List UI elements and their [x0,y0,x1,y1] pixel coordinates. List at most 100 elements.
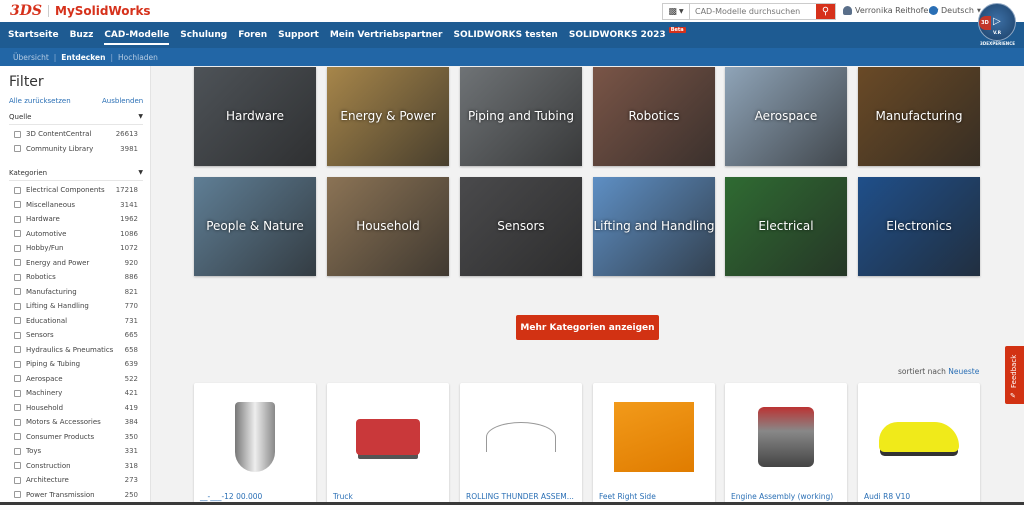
subnav-item-entdecken[interactable]: Entdecken [61,53,105,62]
category-tile[interactable]: Electronics [858,177,980,276]
model-thumb-area[interactable] [327,383,449,491]
model-card[interactable]: __-___-12 00.000 [194,383,316,505]
filter-option[interactable]: Miscellaneous 3141 [14,199,138,211]
language-menu[interactable]: Deutsch ▼ [929,6,981,15]
checkbox[interactable] [14,404,21,411]
category-tile[interactable]: Piping and Tubing [460,67,582,166]
model-thumb-area[interactable] [858,383,980,491]
model-title-link[interactable]: ROLLING THUNDER ASSEM... [466,492,574,501]
filter-option[interactable]: Power Transmission 250 [14,489,138,501]
checkbox[interactable] [14,447,21,455]
checkbox[interactable] [14,288,21,295]
checkbox[interactable] [14,433,21,440]
filter-option[interactable]: 3D ContentCentral 26613 [14,128,138,140]
source-section-header[interactable]: Quelle ▼ [9,113,143,125]
checkbox[interactable] [14,230,21,237]
category-tile[interactable]: Aerospace [725,67,847,166]
reset-all-link[interactable]: Alle zurücksetzen [9,97,71,105]
categories-section-header[interactable]: Kategorien ▼ [9,169,143,181]
model-card[interactable]: Engine Assembly (working) [725,383,847,505]
nav-item-vertriebspartner[interactable]: Mein Vertriebspartner [330,22,443,48]
filter-option[interactable]: Aerospace 522 [14,373,138,385]
category-tile[interactable]: Electrical [725,177,847,276]
hide-filters-link[interactable]: Ausblenden [102,97,143,105]
category-tile[interactable]: Energy & Power [327,67,449,166]
filter-option[interactable]: Consumer Products 350 [14,431,138,443]
model-thumb-area[interactable] [725,383,847,491]
checkbox[interactable] [14,418,21,426]
checkbox[interactable] [14,317,21,324]
filter-option[interactable]: Household 419 [14,402,138,414]
3dexperience-compass[interactable]: 3D ▷ V.R [978,3,1016,41]
search-input[interactable] [690,4,816,19]
filter-option[interactable]: Architecture 273 [14,474,138,486]
sort-value-link[interactable]: Neueste [948,367,979,376]
feedback-tab[interactable]: Feedback ✎ [1005,346,1024,404]
checkbox[interactable] [14,389,21,397]
nav-item-foren[interactable]: Foren [238,22,267,48]
filter-option[interactable]: Piping & Tubing 639 [14,358,138,370]
filter-option[interactable]: Manufacturing 821 [14,286,138,298]
filter-option[interactable]: Hardware 1962 [14,213,138,225]
model-thumb-area[interactable] [460,383,582,491]
filter-option[interactable]: Lifting & Handling 770 [14,300,138,312]
category-tile[interactable]: Household [327,177,449,276]
filter-option[interactable]: Community Library 3981 [14,143,138,155]
checkbox[interactable] [14,462,21,469]
subnav-item-ubersicht[interactable]: Übersicht [13,53,49,62]
filter-option[interactable]: Energy and Power 920 [14,257,138,269]
checkbox[interactable] [14,186,21,194]
checkbox[interactable] [14,130,21,138]
checkbox[interactable] [14,375,21,382]
category-tile[interactable]: People & Nature [194,177,316,276]
checkbox[interactable] [14,302,21,310]
search-scope-dropdown[interactable]: ▩ ▼ [663,4,690,19]
model-title-link[interactable]: __-___-12 00.000 [200,492,262,501]
site-logo[interactable]: 3DS MySolidWorks [10,3,151,19]
checkbox[interactable] [14,476,21,484]
category-tile[interactable]: Hardware [194,67,316,166]
checkbox[interactable] [14,215,21,223]
nav-item-cad-modelle[interactable]: CAD-Modelle [104,22,169,48]
filter-option[interactable]: Hobby/Fun 1072 [14,242,138,254]
filter-option[interactable]: Toys 331 [14,445,138,457]
model-card[interactable]: ROLLING THUNDER ASSEM... [460,383,582,505]
search-button[interactable]: ⚲ [816,4,835,19]
filter-option[interactable]: Machinery 421 [14,387,138,399]
model-thumb-area[interactable] [194,383,316,491]
model-thumb-area[interactable] [593,383,715,491]
model-card[interactable]: Truck [327,383,449,505]
filter-option[interactable]: Electrical Components 17218 [14,184,138,196]
category-tile[interactable]: Lifting and Handling [593,177,715,276]
nav-item-solidworks-testen[interactable]: SOLIDWORKS testen [453,22,557,48]
model-card[interactable]: Feet Right Side [593,383,715,505]
filter-option[interactable]: Sensors 665 [14,329,138,341]
checkbox[interactable] [14,491,21,498]
checkbox[interactable] [14,273,21,281]
filter-option[interactable]: Automotive 1086 [14,228,138,240]
filter-option[interactable]: Educational 731 [14,315,138,327]
nav-item-buzz[interactable]: Buzz [70,22,94,48]
checkbox[interactable] [14,259,21,266]
model-card[interactable]: Audi R8 V10 [858,383,980,505]
nav-item-support[interactable]: Support [278,22,319,48]
filter-option[interactable]: Construction 318 [14,460,138,472]
category-tile[interactable]: Manufacturing [858,67,980,166]
checkbox[interactable] [14,331,21,339]
model-title-link[interactable]: Engine Assembly (working) [731,492,833,501]
category-tile[interactable]: Robotics [593,67,715,166]
model-title-link[interactable]: Feet Right Side [599,492,656,501]
user-menu[interactable]: Verronika Reithofer ▼ [843,6,939,15]
subnav-item-hochladen[interactable]: Hochladen [118,53,158,62]
model-title-link[interactable]: Audi R8 V10 [864,492,910,501]
filter-option[interactable]: Hydraulics & Pneumatics 658 [14,344,138,356]
model-title-link[interactable]: Truck [333,492,353,501]
nav-item-solidworks-2023[interactable]: SOLIDWORKS 2023 Beta [569,22,686,48]
checkbox[interactable] [14,360,21,368]
checkbox[interactable] [14,346,21,353]
more-categories-button[interactable]: Mehr Kategorien anzeigen [516,315,659,340]
checkbox[interactable] [14,244,21,252]
checkbox[interactable] [14,201,21,208]
filter-option[interactable]: Robotics 886 [14,271,138,283]
category-tile[interactable]: Sensors [460,177,582,276]
